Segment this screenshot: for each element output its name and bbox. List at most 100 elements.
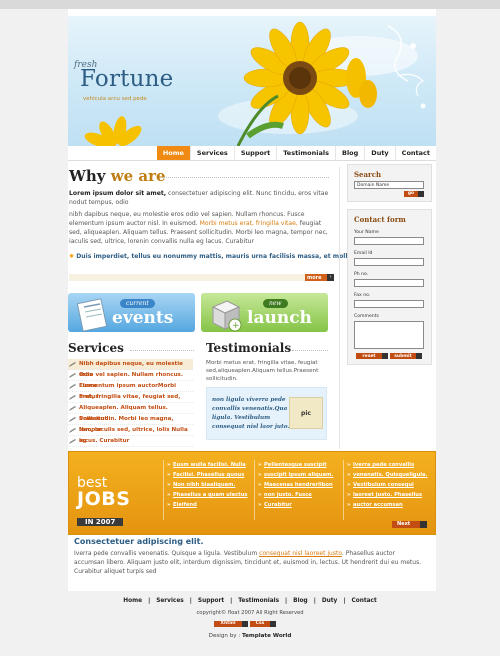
copyright: copyright© float 2007 All Right Reserved <box>196 610 304 616</box>
jobs-column-2: Pellentesque suscipit suscipit ipsum ali… <box>258 460 333 510</box>
divider <box>130 350 194 351</box>
arrow-right-icon[interactable] <box>420 521 427 528</box>
arrow-right-icon[interactable] <box>270 621 276 627</box>
job-link[interactable]: suscipit ipsum aliquam. <box>258 470 333 480</box>
job-link[interactable]: laoreet justo. Phasellus <box>347 490 428 500</box>
contact-heading: Contact form <box>354 215 406 224</box>
why-bullet-text: Duis imperdiet, tellus eu nonummy mattis… <box>76 253 350 260</box>
separator: | <box>148 598 151 604</box>
events-small-label: current <box>120 299 155 308</box>
job-link[interactable]: non justo. Fusce <box>258 490 333 500</box>
job-link[interactable]: Eleifend <box>167 500 248 510</box>
arrow-right-icon[interactable]: › <box>327 274 334 281</box>
name-field[interactable] <box>354 237 424 245</box>
reset-button[interactable]: reset <box>356 353 382 359</box>
launch-small-label: new <box>263 299 288 308</box>
why-bullet: ✸ Duis imperdiet, tellus eu nonummy matt… <box>69 253 350 260</box>
search-input[interactable]: Domain Name <box>354 181 424 189</box>
divider <box>343 460 344 520</box>
arrow-right-icon[interactable] <box>242 621 248 627</box>
arrow-right-icon[interactable] <box>416 353 422 359</box>
css-valid-button[interactable]: Css <box>250 621 270 627</box>
top-bar <box>0 0 500 9</box>
job-link[interactable]: Phasellus a quam ulectus <box>167 490 248 500</box>
divider <box>292 350 328 351</box>
fax-label: Fax no. <box>354 293 371 298</box>
events-big-label: events <box>112 308 174 328</box>
footer-link-contact[interactable]: Contact <box>348 598 379 604</box>
job-link[interactable]: Facilisi. Phasellus quous <box>167 470 248 480</box>
service-item[interactable]: Sollicitudin. Morbi leo magna, tempor <box>68 414 193 433</box>
why-p2-highlight: Morbi metus erat, fringilla vitae, <box>199 220 298 227</box>
go-button[interactable]: go <box>404 191 418 197</box>
more-button[interactable]: more <box>305 274 327 281</box>
launch-big-label: launch <box>247 308 312 328</box>
pencil-icon <box>69 384 76 389</box>
design-label: Design by : <box>208 633 241 639</box>
separator: | <box>189 598 192 604</box>
arrow-right-icon[interactable] <box>418 191 424 197</box>
separator: | <box>285 598 288 604</box>
arrow-right-icon[interactable] <box>382 353 388 359</box>
name-label: Your Name <box>354 230 379 235</box>
service-item[interactable]: Nec, iaculis sed, ultrice, lolis Nulla e… <box>68 425 193 444</box>
service-item[interactable]: Odio vel sapien. Nullam rhoncus. Fusce <box>68 370 193 389</box>
email-field[interactable] <box>354 258 424 266</box>
nav-item-contact[interactable]: Contact <box>394 146 436 160</box>
jobs-column-3: Iverra pede convallis venenatis. Quisque… <box>347 460 428 510</box>
footer-link-blog[interactable]: Blog <box>290 598 311 604</box>
job-link[interactable]: auctor accumsan <box>347 500 428 510</box>
nav-item-duty[interactable]: Duty <box>364 146 394 160</box>
job-link[interactable]: Maecenas hendrerlibon <box>258 480 333 490</box>
job-link[interactable]: Non nibh blaaliquam. <box>167 480 248 490</box>
footer-link-support[interactable]: Support <box>195 598 227 604</box>
submit-button[interactable]: submit <box>390 353 416 359</box>
pencil-icon <box>69 428 76 433</box>
testimonials-text: Morbi metus erat, fringilla vitae, feugi… <box>206 360 319 382</box>
testimonial-quote: non ligula viverra pede convallis venena… <box>212 397 290 430</box>
svg-text:+: + <box>232 321 240 331</box>
main-nav: Home Services Support Testimonials Blog … <box>68 146 436 161</box>
comments-field[interactable] <box>354 321 424 349</box>
divider <box>163 177 329 178</box>
job-link[interactable]: Iverra pede convallis <box>347 460 428 470</box>
bottom-link[interactable]: consequat nisl laoreet justo <box>259 550 342 557</box>
service-item[interactable]: Aliqueaplen. Aliquam tellus. Praesent <box>68 403 193 422</box>
services-heading: Services <box>68 341 124 355</box>
nav-item-services[interactable]: Services <box>189 146 234 160</box>
job-link[interactable]: Eusm wulla facilisi. Nulla <box>167 460 248 470</box>
service-item[interactable]: Erat, fringilla vitae, feugiat sed, <box>68 392 193 403</box>
service-item[interactable]: Nibh dapibus neque, eu molestie eros <box>68 359 193 378</box>
nav-item-testimonials[interactable]: Testimonials <box>276 146 335 160</box>
footer-link-duty[interactable]: Duty <box>319 598 341 604</box>
footer-link-services[interactable]: Services <box>153 598 187 604</box>
pencil-icon <box>69 417 76 422</box>
footer-link-testimonials[interactable]: Testimonials <box>235 598 282 604</box>
pencil-icon <box>69 395 76 400</box>
logo-name[interactable]: Fortune <box>80 66 173 92</box>
xhtml-valid-button[interactable]: Xhtml <box>214 621 242 627</box>
launch-banner[interactable]: + new launch <box>201 293 328 332</box>
next-button[interactable]: Next <box>392 521 420 528</box>
divider <box>163 460 164 520</box>
events-banner[interactable]: current events <box>68 293 195 332</box>
design-link[interactable]: Template World <box>242 633 291 639</box>
box-icon: + <box>211 300 242 332</box>
service-item[interactable]: lacus. Curabitur <box>68 436 193 447</box>
footer-link-home[interactable]: Home <box>120 598 145 604</box>
nav-item-blog[interactable]: Blog <box>334 146 364 160</box>
pencil-icon <box>69 373 76 378</box>
job-link[interactable]: Vestibulum consequi <box>347 480 428 490</box>
service-item[interactable]: Elementum ipsum auctorMorbi metus <box>68 381 193 400</box>
job-link[interactable]: Curabitur <box>258 500 333 510</box>
phone-field[interactable] <box>354 279 424 287</box>
why-heading-a: Why <box>69 167 111 185</box>
nav-item-home[interactable]: Home <box>156 146 190 160</box>
jobs-column-1: Eusm wulla facilisi. Nulla Facilisi. Pha… <box>167 460 248 510</box>
job-link[interactable]: venenatis. Quisqueligula. <box>347 470 428 480</box>
job-link[interactable]: Pellentesque suscipit <box>258 460 333 470</box>
comments-label: Comments <box>354 314 379 319</box>
email-label: Email Id <box>354 251 373 256</box>
nav-item-support[interactable]: Support <box>233 146 276 160</box>
fax-field[interactable] <box>354 300 424 308</box>
